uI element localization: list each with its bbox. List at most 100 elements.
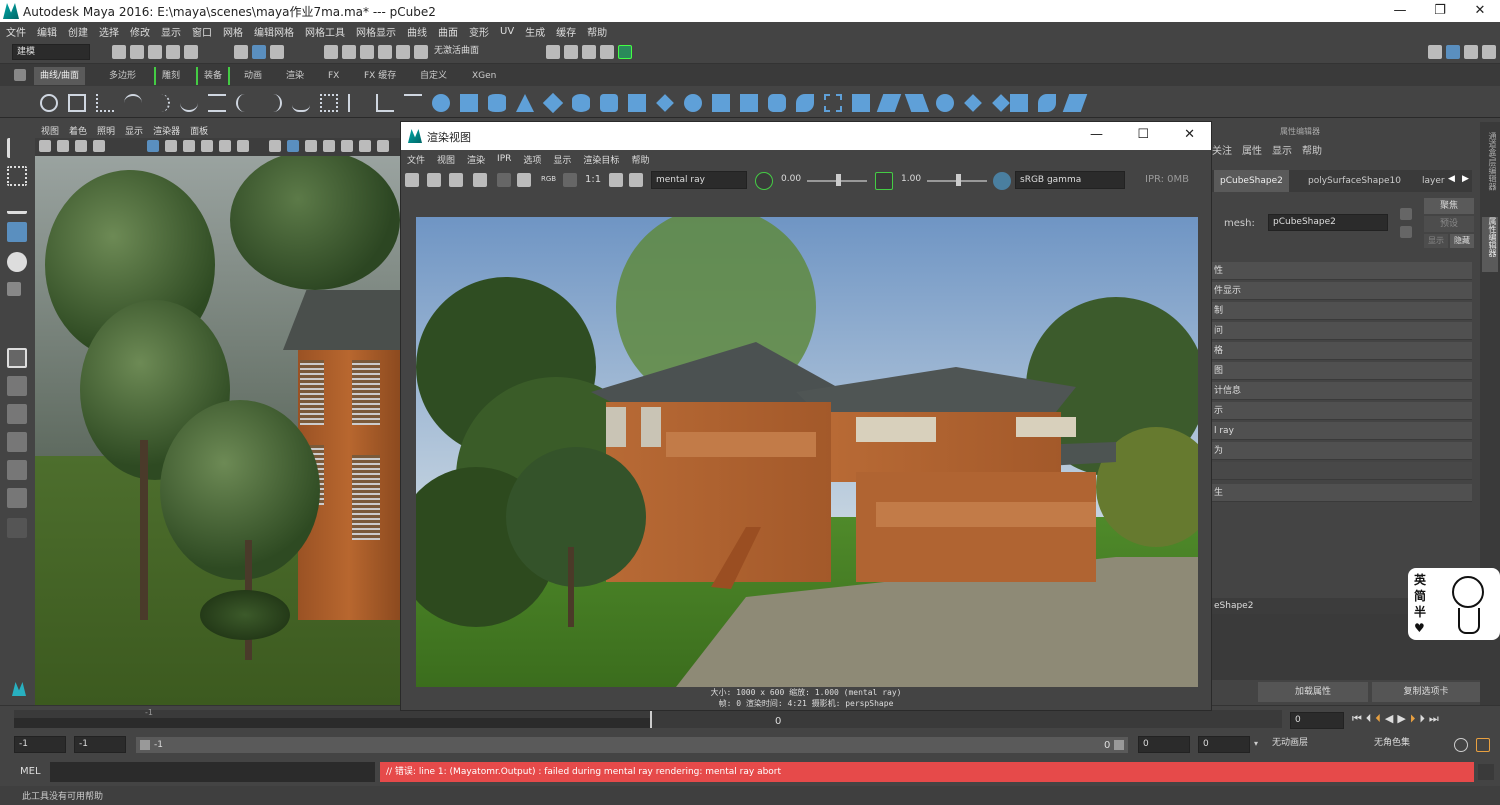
shelf-tab-rigging[interactable]: 装备 [196,67,231,85]
tab-polysurfaceshape10[interactable]: polySurfaceShape10 [1302,170,1407,192]
go-to-end-icon[interactable]: ⏭ [1429,712,1439,726]
attach-curve-icon[interactable] [264,94,282,112]
menu-select[interactable]: 选择 [99,24,119,39]
rv-menu-file[interactable]: 文件 [407,153,425,166]
film-gate-icon[interactable] [165,140,177,152]
attr-section[interactable]: 为 [1212,442,1472,460]
tab-scroll-right-icon[interactable]: ▶ [1462,174,1469,184]
redo-icon[interactable] [184,45,198,59]
color-space-dropdown[interactable]: sRGB gamma [1015,171,1125,189]
four-view-layout-icon[interactable] [7,376,27,396]
menu-edit-mesh[interactable]: 编辑网格 [254,24,294,39]
snap-grid-icon[interactable] [324,45,338,59]
show-button[interactable]: 显示 [1424,234,1448,248]
vp-menu-lighting[interactable]: 照明 [97,124,115,137]
anim-end-field[interactable]: 0 [1198,736,1250,753]
anim-layer-dropdown[interactable]: 无动画层 [1268,736,1358,753]
render-frame-icon[interactable] [546,45,560,59]
shelf-settings-icon[interactable] [14,69,26,81]
tab-pcubeshape2[interactable]: pCubeShape2 [1214,170,1289,192]
shelf-tab-rendering[interactable]: 渲染 [280,67,310,85]
detach-surface-icon[interactable] [964,94,982,112]
renderer-dropdown[interactable]: mental ray [651,171,747,189]
single-perspective-layout-icon[interactable] [7,348,27,368]
extend-curve-icon[interactable] [376,94,394,112]
wireframe-icon[interactable] [269,140,281,152]
intersect-icon[interactable] [852,94,870,112]
planar-icon[interactable] [656,94,674,112]
persp-graph-layout-icon[interactable] [7,432,27,452]
cv-curve-icon[interactable] [96,94,114,112]
rv-menu-display[interactable]: 显示 [553,153,571,166]
nurbs-sphere-icon[interactable] [432,94,450,112]
shelf-tab-curves-surfaces[interactable]: 曲线/曲面 [34,67,86,85]
attr-menu-help[interactable]: 帮助 [1302,142,1322,157]
minimize-button[interactable]: — [1380,0,1420,22]
menu-window[interactable]: 窗口 [192,24,212,39]
preferences-icon[interactable] [1476,738,1490,752]
open-scene-icon[interactable] [130,45,144,59]
menu-surfaces[interactable]: 曲面 [438,24,458,39]
snap-view-icon[interactable] [378,45,392,59]
copy-tab-button[interactable]: 复制选项卡 [1372,682,1480,702]
outliner-persp-layout-icon[interactable] [7,488,27,508]
ep-curve-icon[interactable] [124,94,142,112]
shelf-tab-fx-caching[interactable]: FX 缓存 [358,67,402,85]
insert-knot-icon[interactable] [404,94,422,112]
bookmark-icon[interactable] [75,140,87,152]
hide-button[interactable]: 隐藏 [1450,234,1474,248]
gamma-reset-icon[interactable] [875,172,893,190]
arc-icon[interactable] [180,94,198,112]
attr-section[interactable] [1212,462,1472,480]
smooth-shade-icon[interactable] [287,140,299,152]
refresh-ipr-icon[interactable] [497,173,511,187]
select-component-icon[interactable] [270,45,284,59]
menu-modify[interactable]: 修改 [130,24,150,39]
menu-deform[interactable]: 变形 [469,24,489,39]
menu-mesh[interactable]: 网格 [223,24,243,39]
menu-generate[interactable]: 生成 [525,24,545,39]
detach-curve-icon[interactable] [292,94,310,112]
attr-section[interactable]: 图 [1212,362,1472,380]
vp-menu-renderer[interactable]: 渲染器 [153,124,180,137]
current-time-indicator[interactable] [650,710,652,728]
menu-edit[interactable]: 编辑 [37,24,57,39]
focus-output-icon[interactable] [1400,226,1412,238]
select-hierarchy-icon[interactable] [234,45,248,59]
rv-menu-render[interactable]: 渲染 [467,153,485,166]
pencil-curve-icon[interactable] [152,94,170,112]
modeling-toolkit-icon[interactable] [1428,45,1442,59]
vp-menu-shading[interactable]: 着色 [69,124,87,137]
render-maximize-button[interactable]: ☐ [1137,127,1149,142]
menu-curves[interactable]: 曲线 [407,24,427,39]
open-close-surface-icon[interactable] [1010,94,1028,112]
cut-curve-icon[interactable] [208,94,226,112]
rgb-channel-toggle[interactable]: RGB [541,175,556,183]
current-frame-field[interactable]: 0 [1290,712,1344,729]
exposure-reset-icon[interactable] [755,172,773,190]
nurbs-torus-icon[interactable] [572,94,590,112]
focus-input-icon[interactable] [1400,208,1412,220]
side-tab-attribute-editor[interactable]: 属性编辑器 [1482,217,1498,272]
menu-cache[interactable]: 缓存 [556,24,576,39]
vp-menu-view[interactable]: 视图 [41,124,59,137]
mesh-name-field[interactable]: pCubeShape2 [1268,214,1388,231]
step-forward-key-icon[interactable]: ⏵ [1419,712,1425,726]
sculpt-geometry-icon[interactable] [1038,94,1056,112]
live-surface-field[interactable]: 无激活曲面 [430,44,510,60]
character-set-dropdown[interactable]: 无角色集 [1370,736,1446,753]
side-tab-channel-box[interactable]: 通道盒/层编辑器 [1482,132,1498,212]
textured-icon[interactable] [305,140,317,152]
birail-icon[interactable] [712,94,730,112]
ipr-icon[interactable] [473,173,487,187]
anim-start-field[interactable]: -1 [14,736,66,753]
vp-menu-show[interactable]: 显示 [125,124,143,137]
menu-help[interactable]: 帮助 [587,24,607,39]
remove-image-icon[interactable] [629,173,643,187]
curve-fillet-icon[interactable] [236,94,254,112]
load-attributes-button[interactable]: 加载属性 [1258,682,1368,702]
attr-section[interactable]: 问 [1212,322,1472,340]
color-management-icon[interactable] [993,172,1011,190]
tab-layer[interactable]: layer [1416,170,1451,192]
motion-blur-icon[interactable] [377,140,389,152]
